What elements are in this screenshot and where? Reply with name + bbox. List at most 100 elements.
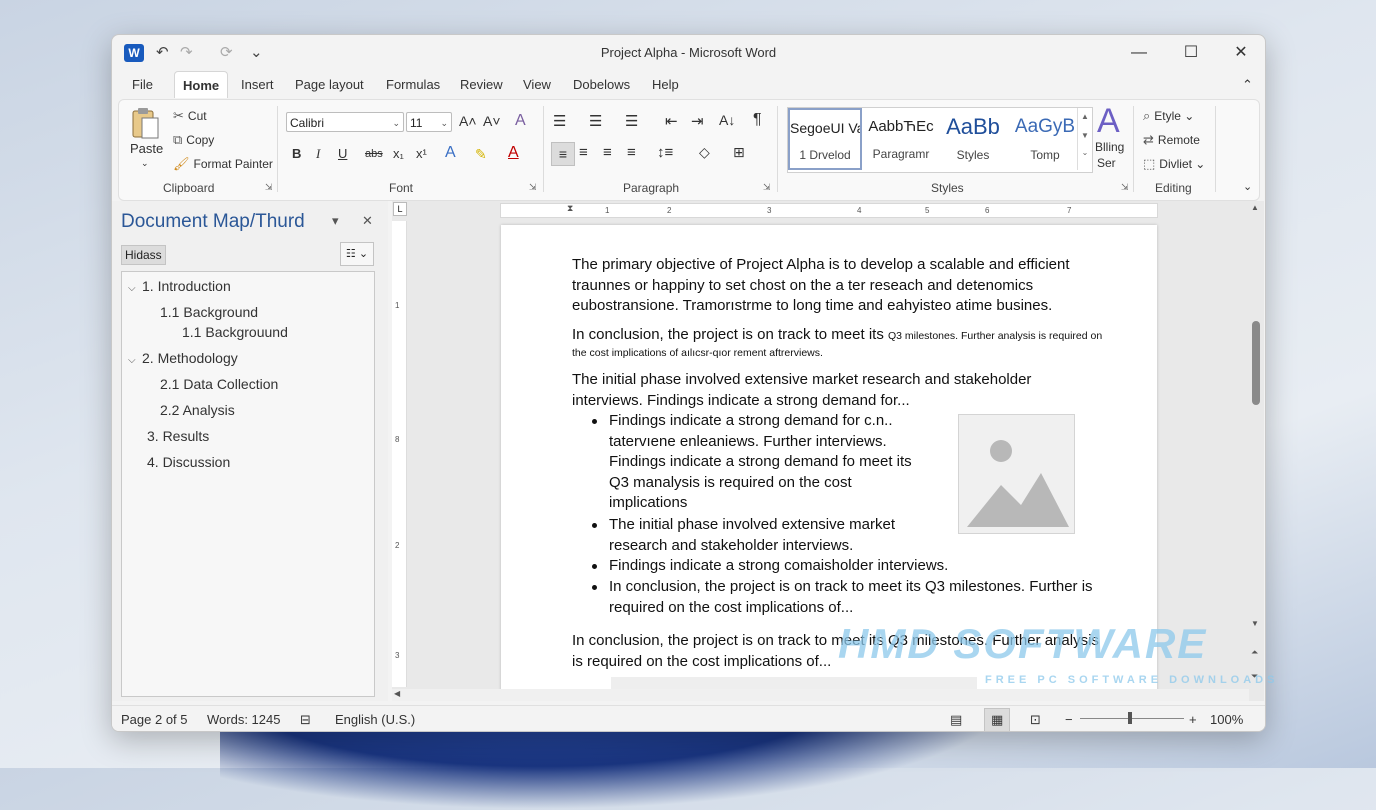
close-button[interactable]: ✕ xyxy=(1226,41,1256,65)
remote-button[interactable]: ⇄ Remote xyxy=(1143,132,1200,148)
previous-page-icon[interactable]: ⏶ xyxy=(1251,647,1258,658)
scroll-up-icon[interactable]: ▲ xyxy=(1251,203,1259,212)
zoom-in-button[interactable]: + xyxy=(1189,712,1197,727)
collapse-ribbon-icon[interactable]: ⌃ xyxy=(1242,77,1253,93)
styles-launcher-icon[interactable]: ⇲ xyxy=(1121,182,1129,193)
blling-label[interactable]: Blling xyxy=(1095,140,1124,154)
tree-item[interactable]: 1.1 Backgrouund xyxy=(182,324,288,340)
scroll-left-icon[interactable]: ◀ xyxy=(394,689,400,698)
paste-dropdown-icon[interactable]: ⌄ xyxy=(141,158,149,169)
strikethrough-button[interactable]: abs xyxy=(365,148,383,160)
underline-button[interactable]: U xyxy=(338,146,347,161)
vertical-ruler[interactable]: 1 8 2 3 xyxy=(392,221,407,687)
zoom-level[interactable]: 100% xyxy=(1210,712,1243,727)
decrease-indent-icon[interactable]: ⇤ xyxy=(665,112,678,130)
horizontal-ruler[interactable]: 1 2 3 4 5 6 7 ⧗ xyxy=(500,203,1158,218)
align-center-icon[interactable]: ≡ xyxy=(579,144,588,161)
style-item[interactable]: AaGyB Tomp xyxy=(1008,108,1082,170)
tab-help[interactable]: Help xyxy=(652,77,679,92)
tree-item[interactable]: 1.1 Background xyxy=(160,304,258,320)
superscript-button[interactable]: x¹ xyxy=(416,146,427,161)
sort-button[interactable]: A↓ xyxy=(719,112,735,128)
tab-home[interactable]: Home xyxy=(174,71,229,98)
tab-dobelows[interactable]: Dobelows xyxy=(573,77,630,92)
tree-item[interactable]: 2.2 Analysis xyxy=(160,402,235,418)
bullets-icon[interactable]: ☰ xyxy=(553,112,566,130)
copy-button[interactable]: ⧉ Copy xyxy=(173,132,214,148)
italic-button[interactable]: I xyxy=(316,146,320,162)
style-item[interactable]: AabbЋEc Paragramr xyxy=(864,108,938,170)
clear-formatting-button[interactable]: A xyxy=(515,112,526,130)
language-status[interactable]: English (U.S.) xyxy=(335,712,415,727)
tree-item[interactable]: 3. Results xyxy=(147,428,209,444)
scroll-down-icon[interactable]: ▼ xyxy=(1251,619,1259,628)
pane-close-icon[interactable]: ✕ xyxy=(362,213,373,229)
tree-item[interactable]: ⌵ 1. Introduction xyxy=(128,278,231,294)
read-mode-icon[interactable]: ▤ xyxy=(950,712,962,728)
line-spacing-icon[interactable]: ↕≡ xyxy=(657,144,673,161)
zoom-slider-thumb[interactable] xyxy=(1128,712,1132,724)
tab-view[interactable]: View xyxy=(523,77,551,92)
vertical-scrollbar[interactable]: ▲ ▼ ⏶ ⏷ xyxy=(1249,201,1263,701)
highlight-color-icon[interactable]: ✎ xyxy=(475,146,487,163)
zoom-out-button[interactable]: − xyxy=(1065,712,1073,727)
tree-item-label: 2. Methodology xyxy=(142,350,238,366)
shrink-font-button[interactable]: A˅ xyxy=(483,113,501,129)
blling-style-preview[interactable]: A xyxy=(1097,102,1120,141)
styles-scroll[interactable]: ▲ ▼ ⌄ xyxy=(1077,108,1092,170)
justify-icon[interactable]: ≡ xyxy=(627,144,636,161)
indent-marker-icon[interactable]: ⧗ xyxy=(567,203,573,214)
font-name-select[interactable]: Calibri ⌄ xyxy=(286,112,404,132)
etyle-button[interactable]: ⌕ Etyle ⌄ xyxy=(1143,108,1194,124)
tree-item[interactable]: 4. Discussion xyxy=(147,454,230,470)
ribbon-options-icon[interactable]: ⌄ xyxy=(1243,180,1252,193)
shading-icon[interactable]: ◇ xyxy=(699,144,710,161)
proofing-icon[interactable]: ⊟ xyxy=(300,712,311,728)
multilevel-list-icon[interactable]: ☰ xyxy=(625,112,638,130)
subscript-button[interactable]: x₁ xyxy=(393,146,404,161)
font-size-select[interactable]: 11 ⌄ xyxy=(406,112,452,132)
style-item[interactable]: AaBb Styles xyxy=(936,108,1010,170)
word-count[interactable]: Words: 1245 xyxy=(207,712,280,727)
maximize-button[interactable]: ☐ xyxy=(1176,41,1206,65)
paragraph-launcher-icon[interactable]: ⇲ xyxy=(763,182,771,193)
show-marks-button[interactable]: ¶ xyxy=(753,111,762,129)
horizontal-scrollbar[interactable]: ◀ xyxy=(392,689,1249,701)
style-item[interactable]: SegoeUI Va 1 Drvelod xyxy=(788,108,862,170)
zoom-slider[interactable] xyxy=(1080,712,1184,724)
paste-icon[interactable] xyxy=(129,106,163,142)
cut-button[interactable]: ✂ Cut xyxy=(173,108,207,124)
align-left-icon[interactable]: ≡ xyxy=(551,142,575,166)
text-effects-icon[interactable]: A xyxy=(445,144,456,162)
print-layout-icon[interactable]: ▦ xyxy=(984,708,1011,731)
font-color-icon[interactable]: A xyxy=(508,144,519,162)
font-launcher-icon[interactable]: ⇲ xyxy=(529,182,537,193)
page-count[interactable]: Page 2 of 5 xyxy=(121,712,188,727)
bold-button[interactable]: B xyxy=(292,146,301,161)
tab-selector[interactable]: L xyxy=(393,202,407,216)
grow-font-button[interactable]: A˄ xyxy=(459,113,477,129)
minimize-button[interactable]: — xyxy=(1124,41,1154,65)
paragraph-group-label: Paragraph xyxy=(623,181,680,195)
tab-file[interactable]: File xyxy=(132,77,153,92)
tab-formulas[interactable]: Formulas xyxy=(386,77,440,92)
paste-button[interactable]: Paste xyxy=(130,141,163,156)
pane-options-icon[interactable]: ▾ xyxy=(332,213,339,229)
numbering-icon[interactable]: ☰ xyxy=(589,112,602,130)
image-placeholder-icon[interactable] xyxy=(958,414,1075,534)
divliet-button[interactable]: ⬚ Divliet ⌄ xyxy=(1143,156,1205,172)
pane-view-icon[interactable]: ☷ ⌄ xyxy=(340,242,374,266)
scrollbar-thumb[interactable] xyxy=(1252,321,1260,405)
tree-item[interactable]: ⌵ 2. Methodology xyxy=(128,350,238,366)
tab-insert[interactable]: Insert xyxy=(241,77,274,92)
tab-page-layout[interactable]: Page layout xyxy=(295,77,364,92)
borders-icon[interactable]: ⊞ xyxy=(733,144,745,161)
align-right-icon[interactable]: ≡ xyxy=(603,144,612,161)
pane-tab[interactable]: Hidass xyxy=(121,245,166,265)
tab-review[interactable]: Review xyxy=(460,77,503,92)
web-layout-icon[interactable]: ⊡ xyxy=(1030,712,1041,728)
increase-indent-icon[interactable]: ⇥ xyxy=(691,112,704,130)
tree-item[interactable]: 2.1 Data Collection xyxy=(160,376,278,392)
format-painter-button[interactable]: 🖌 Format Painter xyxy=(173,156,273,172)
clipboard-launcher-icon[interactable]: ⇲ xyxy=(265,182,273,193)
